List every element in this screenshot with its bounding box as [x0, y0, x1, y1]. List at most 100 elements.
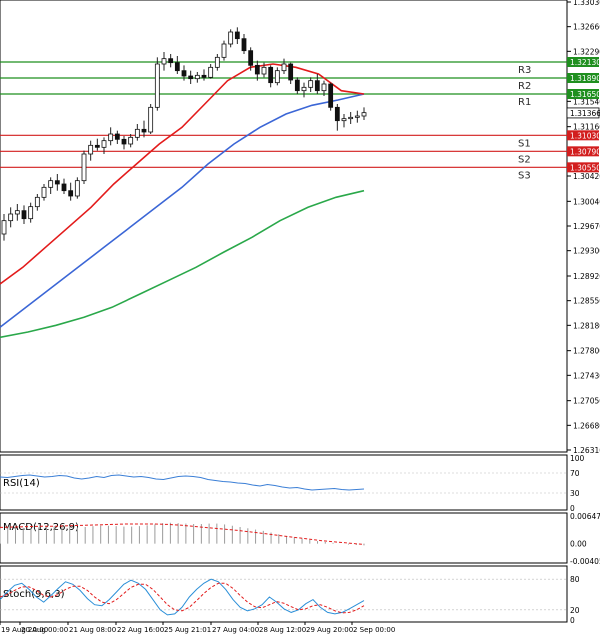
price-tick-label: 1.26680 [573, 421, 600, 430]
candle-bull [228, 31, 234, 45]
level-name-s1: S1 [518, 138, 531, 149]
candle-bear [314, 80, 320, 92]
candle-bull [221, 43, 227, 58]
candle-bull [101, 140, 107, 148]
stoch-tick-label: 0 [570, 616, 575, 625]
candle-bull [154, 63, 160, 108]
candle-bear [181, 70, 187, 77]
candle-bear [248, 50, 254, 66]
candle-bear [54, 180, 60, 185]
time-tick-label: 25 Aug 21:01 [164, 626, 211, 634]
price-tick-label: 1.33030 [573, 0, 600, 7]
macd-tick-label: 0.006477 [570, 512, 600, 521]
price-tick-label: 1.31160 [573, 123, 600, 132]
candle-bear [188, 75, 194, 80]
candle-bull [341, 118, 347, 122]
time-tick-label: 20 Aug 00:00 [21, 626, 68, 634]
candle-bull [81, 153, 87, 182]
candle-bull [34, 196, 40, 208]
price-tick-label: 1.28920 [573, 272, 600, 281]
level-name-s2: S2 [518, 154, 531, 165]
candle-bear [334, 106, 340, 122]
time-axis: 19 Aug 20:0020 Aug 00:00 21 Aug 08:00 22 A… [0, 622, 395, 634]
rsi-tick-label: 100 [570, 454, 585, 463]
candle-bear [254, 64, 260, 75]
candle-bear [61, 183, 67, 192]
candle-bear [121, 138, 127, 145]
candle-bear [288, 63, 294, 81]
price-tick-label: 1.28550 [573, 297, 600, 306]
candle-bull [274, 70, 280, 84]
candle-bull [74, 180, 80, 197]
current-price-label: 1.31366 [570, 109, 600, 118]
level-name-r2: R2 [518, 81, 531, 92]
candle-bull [8, 213, 14, 222]
price-tick-label: 1.30420 [573, 172, 600, 181]
macd-tick-label: -0.004058 [570, 557, 600, 566]
candle-bull [48, 180, 54, 188]
time-tick-label: 22 Aug 16:00 [117, 626, 164, 634]
candle-bull [361, 112, 367, 117]
price-tick-label: 1.27050 [573, 397, 600, 406]
stoch-tick-label: 20 [570, 606, 580, 615]
level-name-r1: R1 [518, 97, 531, 108]
time-tick-label: 21 Aug 08:00 [69, 626, 116, 634]
price-axis: 1.330301.326601.322901.319201.315401.311… [567, 0, 600, 455]
level-name-r3: R3 [518, 65, 531, 76]
candle-bull [308, 80, 314, 88]
level-price-label: 1.31030 [570, 131, 600, 140]
stoch-panel-frame [0, 565, 568, 623]
stoch-tick-label: 80 [570, 575, 580, 584]
price-tick-label: 1.29300 [573, 247, 600, 256]
level-price-label: 1.30550 [570, 163, 600, 172]
macd-tick-label: 0.00 [570, 540, 587, 549]
current-price-marker: 1.31366 [566, 107, 600, 119]
candle-bear [201, 74, 207, 78]
candle-bull [108, 133, 114, 142]
chart-svg: 1.330301.326601.322901.319201.315401.311… [0, 0, 600, 634]
price-tick-label: 1.29670 [573, 222, 600, 231]
forex-chart: 1.330301.326601.322901.319201.315401.311… [0, 0, 600, 634]
candle-bull [281, 63, 287, 72]
level-price-label: 1.31890 [570, 74, 600, 83]
rsi-tick-label: 70 [570, 469, 580, 478]
candle-bull [321, 83, 327, 92]
candle-bear [174, 62, 180, 72]
candle-bull [88, 144, 94, 155]
time-tick-label: 2 Sep 00:00 [353, 626, 395, 634]
candle-bear [241, 38, 247, 52]
time-tick-label: 27 Aug 04:00 [212, 626, 259, 634]
candle-bull [214, 56, 220, 68]
rsi-label: RSI(14) [3, 478, 40, 489]
candle-bear [114, 133, 120, 140]
price-tick-label: 1.28180 [573, 321, 600, 330]
candle-bull [134, 128, 140, 138]
candle-bull [261, 66, 267, 75]
candle-bear [141, 128, 147, 133]
candle-bear [328, 83, 334, 108]
candle-bear [234, 31, 240, 40]
candle-bull [41, 186, 47, 198]
rsi-tick-label: 30 [570, 489, 580, 498]
candle-bear [294, 79, 300, 92]
rsi-panel-frame [0, 454, 568, 511]
price-tick-label: 1.32660 [573, 23, 600, 32]
level-price-label: 1.32130 [570, 58, 600, 67]
macd-label: MACD(12,26,9) [3, 522, 79, 533]
candle-bull [1, 220, 7, 235]
candle-bull [161, 58, 167, 65]
candle-bull [148, 106, 154, 133]
candle-bull [194, 74, 200, 80]
time-tick-label: 29 Aug 20:00 [306, 626, 353, 634]
candle-bull [301, 86, 307, 92]
candle-bull [28, 206, 34, 220]
candle-bear [68, 190, 74, 197]
level-price-label: 1.31650 [570, 90, 600, 99]
candle-bull [208, 66, 214, 78]
price-tick-label: 1.27800 [573, 347, 600, 356]
level-name-s3: S3 [518, 170, 531, 181]
candle-bear [268, 66, 274, 84]
price-tick-label: 1.32290 [573, 47, 600, 56]
candle-bear [94, 144, 100, 148]
candle-bear [21, 210, 27, 220]
